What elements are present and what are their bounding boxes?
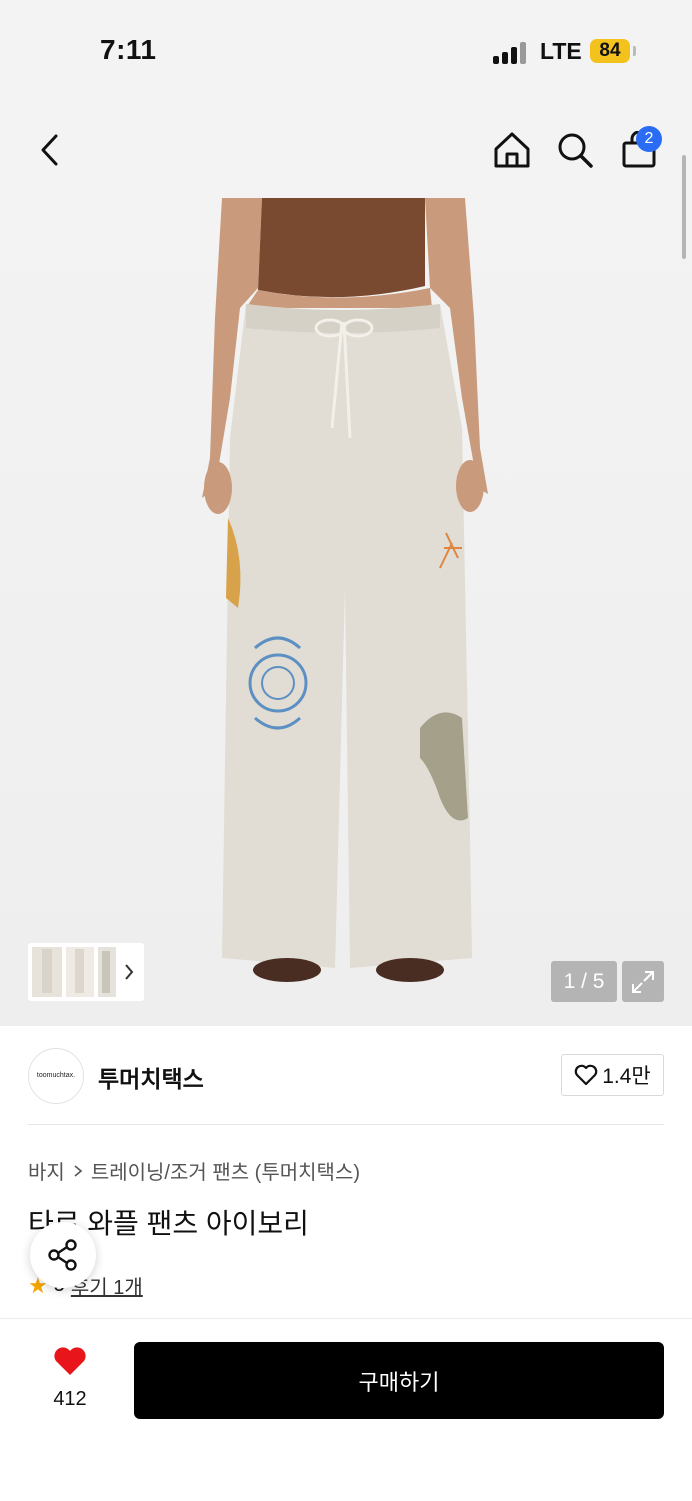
divider (28, 1124, 664, 1125)
product-photo-illustration (202, 198, 488, 982)
home-icon (494, 132, 530, 168)
expand-image-button[interactable] (622, 961, 664, 1002)
brand-like-button[interactable]: 1.4만 (561, 1054, 664, 1096)
expand-icon (632, 970, 654, 993)
battery-icon: 84 (590, 39, 630, 63)
breadcrumb-subcategory[interactable]: 트레이닝/조거 팬츠 (투머치택스) (91, 1156, 360, 1185)
share-button[interactable] (30, 1222, 96, 1288)
share-icon (48, 1239, 77, 1271)
brand-name[interactable]: 투머치택스 (98, 1060, 204, 1094)
search-icon (558, 133, 593, 168)
status-bar: 7:11 LTE 84 (0, 0, 692, 100)
thumbnail-images (32, 947, 134, 997)
heart-outline-icon (574, 1064, 598, 1086)
gallery-counter: 1 / 5 (551, 961, 617, 1002)
bottom-action-bar: 412 구매하기 (0, 1318, 692, 1501)
nav-bar (0, 100, 692, 198)
search-button[interactable] (553, 128, 597, 172)
back-button[interactable] (28, 128, 72, 172)
carrier-label: LTE (540, 38, 582, 64)
breadcrumb: 바지 트레이닝/조거 팬츠 (투머치택스) (28, 1156, 360, 1185)
wish-count: 412 (53, 1388, 87, 1410)
brand-row: toomuchtax. 투머치택스 1.4만 (0, 1026, 692, 1126)
page-scrollbar[interactable] (682, 155, 686, 259)
heart-filled-icon (54, 1347, 86, 1375)
buy-button[interactable]: 구매하기 (134, 1342, 664, 1419)
wish-button[interactable]: 412 (40, 1345, 100, 1411)
chevron-left-icon (41, 134, 58, 166)
brand-like-count: 1.4만 (602, 1065, 651, 1088)
cart-count-badge: 2 (636, 126, 662, 152)
signal-icon (493, 40, 529, 64)
breadcrumb-category[interactable]: 바지 (28, 1156, 65, 1185)
thumbnail-strip[interactable] (28, 943, 144, 1001)
chevron-right-icon (74, 1164, 83, 1177)
brand-logo[interactable]: toomuchtax. (28, 1048, 84, 1104)
home-button[interactable] (490, 128, 534, 172)
product-image[interactable] (0, 198, 692, 1026)
battery-tip (633, 46, 636, 56)
status-time: 7:11 (100, 34, 157, 65)
